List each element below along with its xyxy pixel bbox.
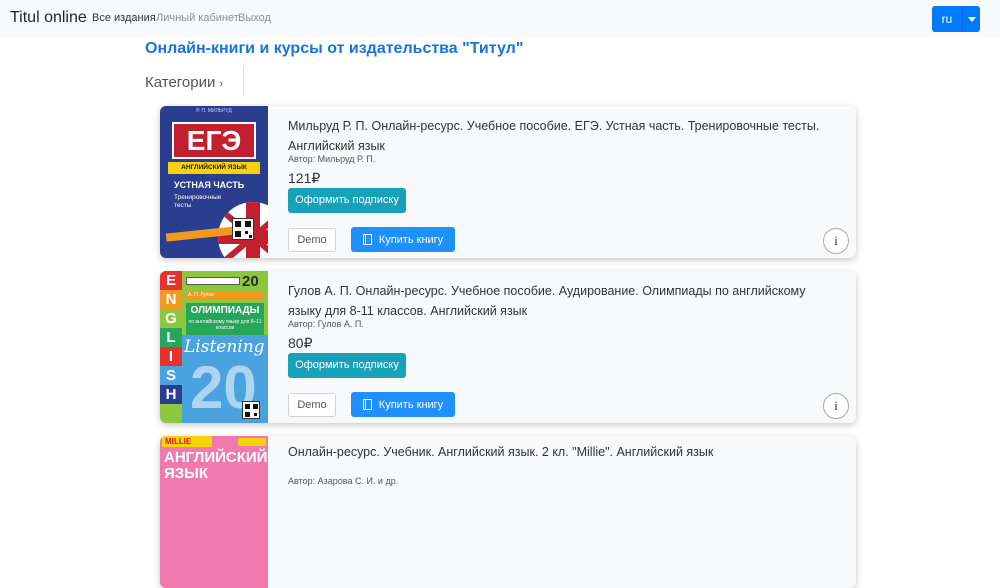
language-code: ru [941,12,953,26]
demo-button[interactable]: Demo [288,393,336,417]
cover-olymp-text: ОЛИМПИАДЫ [190,305,260,316]
buy-book-button[interactable]: Купить книгу [351,227,455,252]
cover-letter: S [160,366,182,385]
book-price: 80₽ [288,335,313,351]
cover-letter: E [160,271,182,290]
book-title[interactable]: Онлайн-ресурс. Учебник. Английский язык.… [288,442,833,462]
book-card: E N G L I S H 20 А. П. Гулов ОЛИМПИАДЫ п… [160,271,856,423]
cover-grid-graphic [186,277,240,285]
categories-toggle[interactable]: Категории › [145,74,223,91]
book-card: MILLIE АНГЛИЙСКИЙ ЯЗЫК Онлайн-ресурс. Уче… [160,436,856,588]
book-cover-image[interactable]: Р. П. МИЛЬРУД ЕГЭ АНГЛИЙСКИЙ ЯЗЫК УСТНАЯ… [160,106,268,258]
cover-series-text: MILLIE [162,436,212,447]
cover-letter: H [160,385,182,404]
cover-subtitle-line-1: Тренировочные [174,194,222,201]
nav-link-logout[interactable]: Выход [238,12,271,24]
cover-english-letters: E N G L I S H [160,271,182,423]
info-icon[interactable]: i [823,228,849,254]
cover-subject-text: АНГЛИЙСКИЙ ЯЗЫК [168,162,260,174]
cover-subject: АНГЛИЙСКИЙ ЯЗЫК [164,450,267,482]
cover-number: 20 [242,273,259,290]
cover-subject-line-1: АНГЛИЙСКИЙ [164,449,268,466]
categories-label: Категории [145,74,216,91]
buy-book-button[interactable]: Купить книгу [351,392,455,417]
info-icon[interactable]: i [823,393,849,419]
chevron-right-icon: › [219,78,224,90]
cover-letter: G [160,309,182,328]
book-icon [362,234,372,245]
cover-letter: I [160,347,182,366]
qr-code-icon [232,218,254,240]
book-icon [362,399,372,410]
cover-part-text: УСТНАЯ ЧАСТЬ [174,180,245,190]
subscribe-button[interactable]: Оформить подписку [288,188,406,213]
book-cover-image[interactable]: E N G L I S H 20 А. П. Гулов ОЛИМПИАДЫ п… [160,271,268,423]
nav-link-account[interactable]: Личный кабинет [156,12,239,24]
page-headline: Онлайн-книги и курсы от издательства "Ти… [145,40,524,57]
cover-subject-line-2: ЯЗЫК [164,465,209,482]
cover-subtitle-line-2: тесты [174,202,192,209]
cover-subtitle: Тренировочные тесты [174,194,221,210]
cover-author-text: А. П. Гулов [186,291,264,299]
book-title[interactable]: Гулов А. П. Онлайн-ресурс. Учебное пособ… [288,281,833,321]
qr-code-icon [242,401,260,419]
cover-letter: N [160,290,182,309]
buy-book-label: Купить книгу [378,398,444,411]
cover-olymp-block: ОЛИМПИАДЫ по английскому языку для 8–11 … [186,303,264,335]
subscribe-button[interactable]: Оформить подписку [288,353,406,378]
book-card: Р. П. МИЛЬРУД ЕГЭ АНГЛИЙСКИЙ ЯЗЫК УСТНАЯ… [160,106,856,258]
book-price: 121₽ [288,170,321,186]
book-author: Автор: Гулов А. П. [288,319,364,329]
top-navbar: Titul online Все издания Личный кабинет … [0,0,1000,38]
cover-olymp-subtitle: по английскому языку для 8–11 классов [188,319,262,331]
language-dropdown[interactable]: ru [932,6,980,32]
cover-author-text: Р. П. МИЛЬРУД [196,108,232,114]
buy-book-label: Купить книгу [378,233,444,246]
cover-listening-text: Listening [184,337,265,357]
book-cover-image[interactable]: MILLIE АНГЛИЙСКИЙ ЯЗЫК [160,436,268,588]
cover-letter: L [160,328,182,347]
book-title[interactable]: Мильруд Р. П. Онлайн-ресурс. Учебное пос… [288,116,833,156]
book-author: Автор: Азарова С. И. и др. [288,476,399,486]
cover-tag-graphic [238,438,266,446]
book-author: Автор: Мильруд Р. П. [288,154,376,164]
demo-button[interactable]: Demo [288,228,336,252]
chevron-down-icon [962,6,980,32]
brand-logo-text[interactable]: Titul online [10,9,87,27]
nav-link-all-editions[interactable]: Все издания [92,12,156,24]
divider [243,66,244,96]
cover-ege-text: ЕГЭ [172,122,256,159]
